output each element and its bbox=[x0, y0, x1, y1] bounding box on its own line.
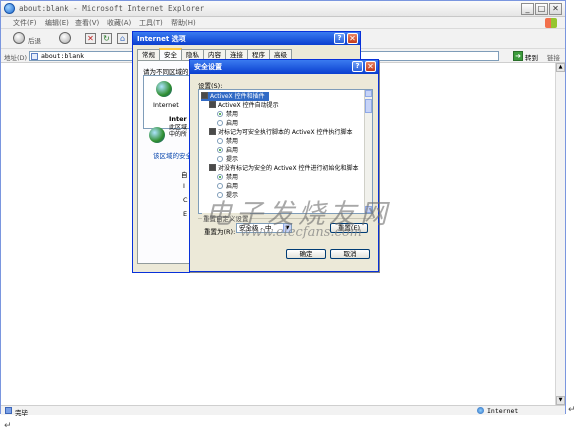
menu-view[interactable]: 查看(V) bbox=[75, 18, 99, 28]
zone-internet-label[interactable]: Internet bbox=[153, 101, 179, 109]
radio-button[interactable] bbox=[217, 119, 223, 126]
page-icon bbox=[31, 53, 38, 60]
go-arrow-icon[interactable]: ➜ bbox=[513, 51, 523, 61]
home-icon[interactable]: ⌂ bbox=[117, 33, 128, 44]
menu-bar: 文件(F) 编辑(E) 查看(V) 收藏(A) 工具(T) 帮助(H) bbox=[1, 17, 565, 29]
status-zone: Internet bbox=[487, 407, 519, 415]
fragment-text: 自 bbox=[181, 171, 188, 179]
setting-icon bbox=[209, 128, 216, 135]
help-button[interactable]: ? bbox=[352, 61, 363, 72]
radio-button[interactable] bbox=[217, 137, 223, 144]
zone-info-line: 中的所 bbox=[169, 131, 188, 138]
tab-general[interactable]: 常规 bbox=[137, 49, 160, 60]
paragraph-mark: ↵ bbox=[568, 405, 576, 415]
menu-edit[interactable]: 编辑(E) bbox=[45, 18, 69, 28]
radio-enable[interactable]: 启用 bbox=[217, 182, 238, 191]
close-button[interactable]: ✕ bbox=[549, 3, 562, 15]
ok-button[interactable]: 确定 bbox=[286, 249, 326, 259]
menu-tools[interactable]: 工具(T) bbox=[139, 18, 163, 28]
stop-icon[interactable]: ✕ bbox=[85, 33, 96, 44]
go-button[interactable]: 转到 bbox=[525, 52, 538, 62]
menu-help[interactable]: 帮助(H) bbox=[171, 18, 196, 28]
scroll-thumb[interactable] bbox=[365, 99, 372, 113]
dialog-titlebar[interactable]: 安全设置 ? ✕ bbox=[190, 60, 378, 74]
back-label[interactable]: 后退 bbox=[28, 35, 41, 45]
zone-info-title: Inter bbox=[169, 115, 187, 123]
back-arrow-icon[interactable] bbox=[13, 32, 25, 44]
minimize-button[interactable]: _ bbox=[521, 3, 534, 15]
zone-info-globe-icon bbox=[149, 127, 165, 143]
tab-security[interactable]: 安全 bbox=[159, 48, 182, 60]
scroll-up-icon[interactable]: ▲ bbox=[556, 63, 565, 72]
radio-enable[interactable]: 启用 bbox=[217, 146, 238, 155]
setting-icon bbox=[209, 101, 216, 108]
tree-setting[interactable]: 对标记为可安全执行脚本的 ActiveX 控件执行脚本 bbox=[209, 128, 353, 137]
security-settings-dialog: 安全设置 ? ✕ 设置(S): ActiveX 控件和插件 ActiveX 控件… bbox=[189, 59, 379, 272]
fragment-text: E bbox=[183, 210, 188, 218]
zone-info: 此区域 中的所 bbox=[169, 124, 191, 138]
zone-info-line: 此区域 bbox=[169, 124, 188, 131]
fragment-text: C bbox=[183, 196, 188, 204]
status-bar: 完毕 Internet bbox=[1, 405, 565, 417]
dialog-titlebar[interactable]: Internet 选项 ? ✕ bbox=[133, 32, 360, 45]
radio-disable[interactable]: 禁用 bbox=[217, 137, 238, 146]
ie-titlebar[interactable]: about:blank - Microsoft Internet Explore… bbox=[1, 1, 565, 17]
refresh-icon[interactable]: ↻ bbox=[101, 33, 112, 44]
fragment-text: I bbox=[183, 182, 185, 190]
tree-setting[interactable]: 对没有标记为安全的 ActiveX 控件进行初始化和脚本 bbox=[209, 164, 359, 173]
dialog-title: 安全设置 bbox=[194, 63, 222, 71]
radio-disable[interactable]: 禁用 bbox=[217, 173, 238, 182]
cancel-button[interactable]: 取消 bbox=[330, 249, 370, 259]
dialog-title: Internet 选项 bbox=[137, 35, 186, 43]
maximize-button[interactable]: □ bbox=[535, 3, 548, 15]
screenshot: about:blank - Microsoft Internet Explore… bbox=[0, 0, 582, 435]
status-text: 完毕 bbox=[15, 409, 28, 417]
radio-enable[interactable]: 启用 bbox=[217, 119, 238, 128]
vertical-scrollbar[interactable]: ▲ ▼ bbox=[555, 63, 565, 405]
globe-icon bbox=[477, 407, 484, 414]
radio-button[interactable] bbox=[217, 182, 223, 189]
dialog-close-button[interactable]: ✕ bbox=[365, 61, 376, 72]
zone-level-link[interactable]: 该区域的安全 bbox=[153, 150, 192, 160]
tree-category[interactable]: ActiveX 控件和插件 bbox=[201, 92, 269, 101]
page-status-icon bbox=[5, 407, 12, 414]
setting-icon bbox=[209, 164, 216, 171]
scroll-down-icon[interactable]: ▼ bbox=[556, 396, 565, 405]
watermark-url: www.elecfans.com bbox=[240, 225, 362, 240]
radio-prompt[interactable]: 提示 bbox=[217, 155, 238, 164]
radio-button[interactable] bbox=[217, 110, 223, 117]
windows-logo-icon bbox=[545, 18, 557, 28]
radio-disable[interactable]: 禁用 bbox=[217, 110, 238, 119]
ie-logo-icon bbox=[4, 3, 15, 14]
help-button[interactable]: ? bbox=[334, 33, 345, 44]
category-icon bbox=[201, 92, 208, 99]
radio-button[interactable] bbox=[217, 146, 223, 153]
forward-arrow-icon[interactable] bbox=[59, 32, 71, 44]
menu-file[interactable]: 文件(F) bbox=[13, 18, 37, 28]
menu-favorites[interactable]: 收藏(A) bbox=[107, 18, 131, 28]
window-title: about:blank - Microsoft Internet Explore… bbox=[19, 4, 205, 13]
radio-button[interactable] bbox=[217, 155, 223, 162]
tree-setting[interactable]: ActiveX 控件自动提示 bbox=[209, 101, 279, 110]
address-label: 地址(D) bbox=[4, 54, 28, 62]
dialog-close-button[interactable]: ✕ bbox=[347, 33, 358, 44]
links-button[interactable]: 链接 bbox=[547, 52, 560, 62]
scroll-up-icon[interactable] bbox=[365, 90, 372, 97]
radio-button[interactable] bbox=[217, 173, 223, 180]
internet-zone-icon[interactable] bbox=[156, 81, 172, 97]
paragraph-mark: ↵ bbox=[4, 421, 12, 431]
